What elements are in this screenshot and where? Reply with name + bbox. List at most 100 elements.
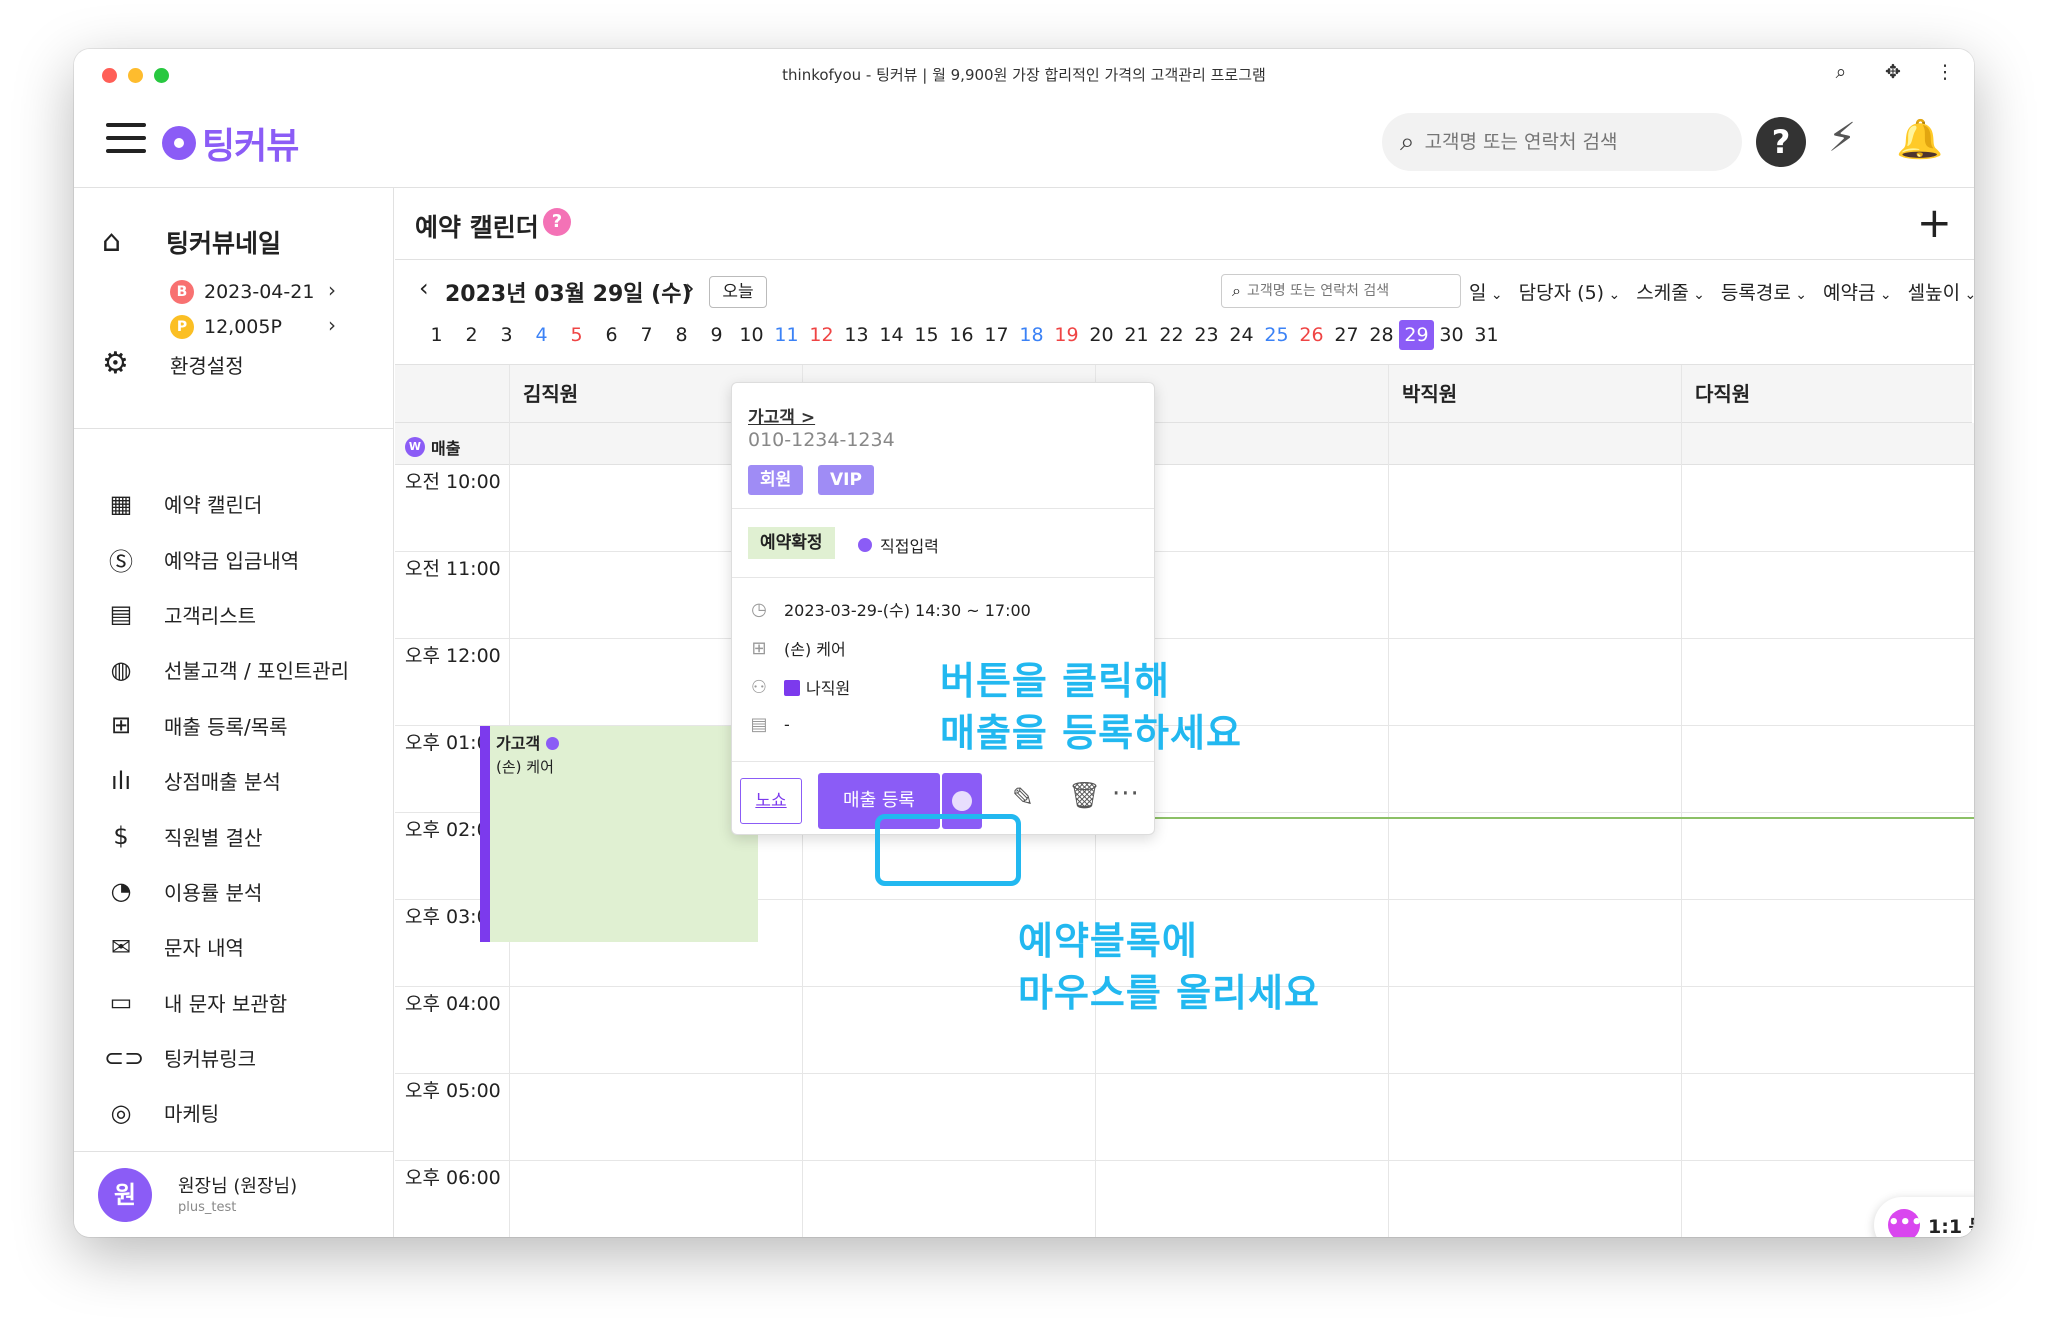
day-27[interactable]: 27 bbox=[1329, 320, 1364, 350]
day-1[interactable]: 1 bbox=[419, 320, 454, 350]
staff-filter-dropdown[interactable]: 담당자 (5) bbox=[1519, 278, 1621, 305]
gear-icon[interactable]: ⚙ bbox=[102, 346, 129, 381]
divider bbox=[732, 761, 1154, 762]
expiry-date: 2023-04-21 bbox=[204, 281, 315, 303]
sidebar-item-marketing[interactable]: ◎ 마케팅 bbox=[74, 1085, 394, 1140]
trash-icon[interactable]: 🗑 bbox=[1068, 781, 1101, 811]
bar-chart-icon: ılı bbox=[110, 766, 131, 795]
deposit-filter-dropdown[interactable]: 예약금 bbox=[1823, 278, 1892, 305]
add-reservation-button[interactable]: + bbox=[1917, 198, 1952, 247]
day-16[interactable]: 16 bbox=[944, 320, 979, 350]
reservation-popover: 가고객 > 010-1234-1234 회원 VIP 예약확정 직접입력 ◷ 20… bbox=[731, 382, 1155, 835]
schedule-dropdown[interactable]: 스케줄 bbox=[1636, 278, 1705, 305]
day-30[interactable]: 30 bbox=[1434, 320, 1469, 350]
day-9[interactable]: 9 bbox=[699, 320, 734, 350]
reservation-block[interactable]: 가고객 (손) 케어 bbox=[480, 726, 758, 942]
won-icon: W bbox=[405, 437, 425, 457]
sidebar-item-tinkerview-link[interactable]: ⊂⊃ 팅커뷰링크 bbox=[74, 1030, 394, 1085]
day-5[interactable]: 5 bbox=[559, 320, 594, 350]
chevron-right-icon[interactable]: › bbox=[328, 313, 336, 337]
day-29[interactable]: 29 bbox=[1399, 320, 1434, 350]
chevron-left-icon[interactable]: ‹ bbox=[419, 274, 429, 302]
day-22[interactable]: 22 bbox=[1154, 320, 1189, 350]
view-mode-dropdown[interactable]: 일 bbox=[1469, 278, 1503, 305]
current-date[interactable]: 2023년 03월 29일 (수) bbox=[445, 276, 692, 308]
calendar-search-input[interactable] bbox=[1246, 283, 1447, 299]
day-12[interactable]: 12 bbox=[804, 320, 839, 350]
sidebar-item-sms-history[interactable]: ✉ 문자 내역 bbox=[74, 919, 394, 974]
sidebar-item-sms-archive[interactable]: ▭ 내 문자 보관함 bbox=[74, 975, 394, 1030]
day-3[interactable]: 3 bbox=[489, 320, 524, 350]
sidebar-item-sales-register[interactable]: ⊞ 매출 등록/목록 bbox=[74, 698, 394, 753]
home-icon[interactable]: ⌂ bbox=[102, 224, 121, 259]
dollar-icon: $ bbox=[113, 822, 129, 851]
day-31[interactable]: 31 bbox=[1469, 320, 1504, 350]
day-13[interactable]: 13 bbox=[839, 320, 874, 350]
title-bar: thinkofyou - 팅커뷰 | 월 9,900원 가장 합리적인 가격의 … bbox=[74, 49, 1974, 101]
cell-height-dropdown[interactable]: 셀높이 bbox=[1908, 278, 1974, 305]
sidebar-item-store-sales-analysis[interactable]: ılı 상점매출 분석 bbox=[74, 753, 394, 808]
lightning-icon[interactable]: ⚡ bbox=[1828, 115, 1856, 161]
sidebar-item-staff-settlement[interactable]: $ 직원별 결산 bbox=[74, 808, 394, 863]
day-26[interactable]: 26 bbox=[1294, 320, 1329, 350]
global-search[interactable]: ⌕ bbox=[1382, 113, 1742, 171]
more-vertical-icon[interactable]: ⋮ bbox=[1934, 61, 1956, 83]
day-25[interactable]: 25 bbox=[1259, 320, 1294, 350]
sidebar-item-prepaid-points[interactable]: ◍ 선불고객 / 포인트관리 bbox=[74, 642, 394, 697]
day-4[interactable]: 4 bbox=[524, 320, 559, 350]
day-7[interactable]: 7 bbox=[629, 320, 664, 350]
app-logo[interactable]: 팅커뷰 bbox=[162, 117, 299, 169]
customer-link[interactable]: 가고객 > bbox=[748, 403, 815, 428]
database-icon: ◍ bbox=[110, 655, 132, 684]
day-8[interactable]: 8 bbox=[664, 320, 699, 350]
time-column-header bbox=[395, 365, 509, 423]
staff-column-header[interactable]: 다직원 bbox=[1681, 365, 1972, 423]
help-icon[interactable]: ? bbox=[543, 208, 571, 236]
grid-line bbox=[395, 1073, 1974, 1074]
chevron-right-icon[interactable]: › bbox=[328, 278, 336, 302]
grid-line bbox=[395, 1160, 1974, 1161]
time-label: 오전 10:00 bbox=[405, 471, 501, 493]
pencil-icon[interactable]: ✎ bbox=[1012, 783, 1034, 813]
event-customer: 가고객 bbox=[496, 730, 559, 754]
sidebar-item-customer-list[interactable]: ▤ 고객리스트 bbox=[74, 587, 394, 642]
day-10[interactable]: 10 bbox=[734, 320, 769, 350]
bell-icon[interactable]: 🔔 bbox=[1896, 117, 1943, 162]
zoom-icon[interactable]: ⌕ bbox=[1830, 61, 1852, 83]
sidebar-item-deposit-history[interactable]: Ⓢ 예약금 입금내역 bbox=[74, 531, 394, 586]
calendar-search[interactable]: ⌕ bbox=[1221, 274, 1461, 308]
settings-link[interactable]: 환경설정 bbox=[170, 350, 244, 379]
help-button[interactable]: ? bbox=[1756, 117, 1806, 167]
points-row[interactable]: P 12,005P bbox=[170, 315, 282, 339]
chevron-right-icon[interactable]: › bbox=[685, 274, 695, 302]
day-15[interactable]: 15 bbox=[909, 320, 944, 350]
inquiry-chat-button[interactable]: ••• 1:1 문의 bbox=[1874, 1197, 1974, 1237]
today-button[interactable]: 오늘 bbox=[709, 276, 767, 308]
day-24[interactable]: 24 bbox=[1224, 320, 1259, 350]
day-11[interactable]: 11 bbox=[769, 320, 804, 350]
day-20[interactable]: 20 bbox=[1084, 320, 1119, 350]
staff-column-header[interactable]: 박직원 bbox=[1388, 365, 1681, 423]
day-17[interactable]: 17 bbox=[979, 320, 1014, 350]
source-filter-dropdown[interactable]: 등록경로 bbox=[1721, 278, 1807, 305]
global-search-input[interactable] bbox=[1424, 131, 1685, 153]
day-18[interactable]: 18 bbox=[1014, 320, 1049, 350]
sidebar-item-reservation-calendar[interactable]: ▦ 예약 캘린더 bbox=[74, 476, 394, 531]
grid-line bbox=[395, 638, 1974, 639]
expiry-row[interactable]: B 2023-04-21 bbox=[170, 280, 314, 304]
sidebar-item-usage-analysis[interactable]: ◔ 이용률 분석 bbox=[74, 864, 394, 919]
day-14[interactable]: 14 bbox=[874, 320, 909, 350]
user-profile[interactable]: 원 원장님 (원장님) plus_test bbox=[74, 1151, 393, 1237]
day-19[interactable]: 19 bbox=[1049, 320, 1084, 350]
day-2[interactable]: 2 bbox=[454, 320, 489, 350]
hamburger-menu-icon[interactable] bbox=[106, 123, 146, 153]
puzzle-extension-icon[interactable]: ✥ bbox=[1882, 61, 1904, 83]
more-horizontal-icon[interactable]: ··· bbox=[1112, 779, 1140, 809]
day-28[interactable]: 28 bbox=[1364, 320, 1399, 350]
day-6[interactable]: 6 bbox=[594, 320, 629, 350]
date-toolbar: ‹ 2023년 03월 29일 (수) › 오늘 ⌕ 일 담당자 (5) 스케줄… bbox=[395, 260, 1974, 314]
logo-text: 팅커뷰 bbox=[202, 126, 299, 167]
day-23[interactable]: 23 bbox=[1189, 320, 1224, 350]
noshow-button[interactable]: 노쇼 bbox=[740, 778, 802, 824]
day-21[interactable]: 21 bbox=[1119, 320, 1154, 350]
